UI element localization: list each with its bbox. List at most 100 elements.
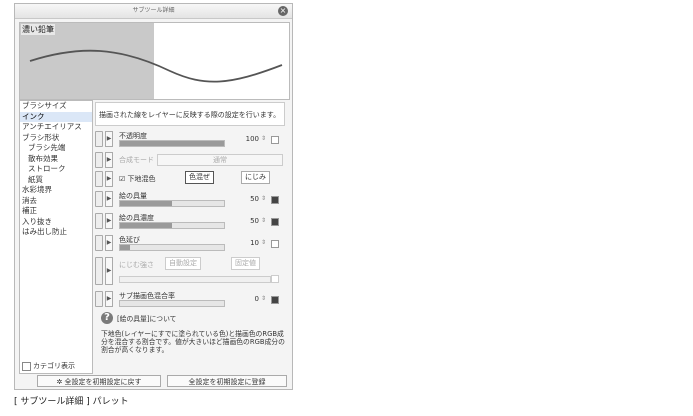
paint-amount-slider[interactable] — [119, 200, 225, 207]
description: 描画された線をレイヤーに反映する際の設定を行います。 — [95, 102, 285, 126]
paint-density-row: ▶ 絵の具濃度 50 ⇕ — [93, 212, 286, 230]
pressure-icon[interactable] — [271, 136, 279, 144]
category-list: ブラシサイズ インク アンチエイリアス ブラシ形状 ブラシ先端 散布効果 ストローク 紙質 水彩… — [19, 100, 93, 374]
window-title: サブツール詳細 — [132, 7, 175, 14]
help-icon[interactable]: ? — [101, 312, 113, 324]
spin-icon[interactable]: ⇕ — [261, 195, 266, 202]
checkbox-icon — [22, 361, 31, 371]
caption: [ サブツール詳細 ] パレット — [14, 397, 129, 407]
category-display-label: カテゴリ表示 — [33, 362, 75, 370]
pressure-icon[interactable] — [271, 275, 279, 283]
reset-all-button[interactable]: ✲ 全設定を初期設定に戻す — [37, 375, 161, 387]
bleed-button[interactable]: にじみ — [241, 171, 270, 184]
spin-icon[interactable]: ⇕ — [261, 295, 266, 302]
close-icon[interactable]: × — [278, 6, 288, 16]
slider-fill — [120, 245, 131, 250]
color-stretch-slider[interactable] — [119, 244, 225, 251]
stroke-preview — [29, 49, 283, 83]
slider-fill — [120, 201, 172, 206]
lock-icon[interactable] — [95, 257, 103, 285]
color-mix-button[interactable]: 色混ぜ — [185, 171, 214, 184]
expand-icon[interactable]: ▶ — [105, 291, 113, 307]
category-item[interactable]: 消去 — [20, 196, 92, 207]
spin-icon[interactable]: ⇕ — [261, 239, 266, 246]
color-stretch-value[interactable]: 10 — [237, 239, 259, 247]
sub-color-mix-value[interactable]: 0 — [237, 295, 259, 303]
pressure-icon[interactable] — [271, 296, 279, 304]
category-item[interactable]: ブラシサイズ — [20, 101, 92, 112]
reset-icon: ✲ — [56, 378, 65, 386]
category-item[interactable]: 入り抜き — [20, 217, 92, 228]
reset-all-label: 全設定を初期設定に戻す — [64, 378, 142, 386]
brush-name: 濃い鉛筆 — [21, 24, 55, 35]
pressure-icon[interactable] — [271, 196, 279, 204]
brush-preview: 濃い鉛筆 — [19, 22, 290, 100]
blur-row: ▶ にじむ強さ 自動設定 固定値 — [93, 256, 286, 286]
auto-setting-button[interactable]: 自動設定 — [165, 257, 201, 270]
blend-mode-dropdown[interactable]: 通常 — [157, 154, 283, 166]
auto-setting-label: 自動設定 — [169, 259, 197, 267]
lock-icon[interactable] — [95, 152, 103, 168]
underlay-checkbox[interactable]: ☑ 下地混色 — [119, 174, 156, 184]
expand-icon[interactable]: ▶ — [105, 152, 113, 168]
category-display-checkbox[interactable]: カテゴリ表示 — [22, 361, 75, 371]
blur-label: にじむ強さ — [119, 261, 154, 269]
blend-mode-value: 通常 — [213, 156, 227, 164]
lock-icon[interactable] — [95, 171, 103, 187]
lock-icon[interactable] — [95, 235, 103, 251]
color-stretch-row: ▶ 色延び 10 ⇕ — [93, 234, 286, 252]
category-item[interactable]: 補正 — [20, 206, 92, 217]
underlay-label: 下地混色 — [127, 175, 156, 183]
help-box: ? [絵の具量]について 下地色(レイヤーにすでに塗られている色)と描画色のRG… — [95, 312, 285, 370]
paint-amount-value[interactable]: 50 — [237, 195, 259, 203]
expand-icon[interactable]: ▶ — [105, 131, 113, 147]
category-item[interactable]: ブラシ形状 — [20, 133, 92, 144]
category-item[interactable]: 散布効果 — [20, 154, 92, 165]
expand-icon[interactable]: ▶ — [105, 171, 113, 187]
help-body: 下地色(レイヤーにすでに塗られている色)と描画色のRGB成分を混合する割合です。… — [101, 330, 285, 354]
bleed-label: にじみ — [245, 173, 266, 181]
register-all-button[interactable]: 全設定を初期設定に登録 — [167, 375, 287, 387]
underlay-row: ▶ ☑ 下地混色 色混ぜ にじみ — [93, 170, 286, 187]
opacity-slider[interactable] — [119, 140, 225, 147]
category-item[interactable]: 紙質 — [20, 175, 92, 186]
slider-fill — [120, 141, 224, 146]
spin-icon[interactable]: ⇕ — [261, 217, 266, 224]
lock-icon[interactable] — [95, 291, 103, 307]
subtool-detail-window: サブツール詳細 × 濃い鉛筆 ブラシサイズ インク アンチエイリアス ブラシ形状 ブラシ… — [14, 3, 293, 390]
opacity-value[interactable]: 100 — [237, 135, 259, 143]
blend-mode-label: 合成モード — [119, 156, 154, 164]
spin-icon[interactable]: ⇕ — [261, 135, 266, 142]
category-item[interactable]: ブラシ先端 — [20, 143, 92, 154]
lock-icon[interactable] — [95, 131, 103, 147]
category-item[interactable]: インク — [20, 111, 92, 122]
paint-density-slider[interactable] — [119, 222, 225, 229]
pressure-icon[interactable] — [271, 240, 279, 248]
expand-icon[interactable]: ▶ — [105, 191, 113, 207]
sub-color-mix-slider[interactable] — [119, 300, 225, 307]
category-item[interactable]: アンチエイリアス — [20, 122, 92, 133]
blur-slider[interactable] — [119, 276, 271, 283]
lock-icon[interactable] — [95, 213, 103, 229]
paint-amount-row: ▶ 絵の具量 50 ⇕ — [93, 190, 286, 208]
sub-color-mix-row: ▶ サブ描画色混合率 0 ⇕ — [93, 290, 286, 308]
category-item[interactable]: 水彩境界 — [20, 185, 92, 196]
expand-icon[interactable]: ▶ — [105, 235, 113, 251]
fixed-value-label: 固定値 — [235, 259, 256, 267]
expand-icon[interactable]: ▶ — [105, 257, 113, 285]
category-item[interactable]: はみ出し防止 — [20, 227, 92, 238]
blend-mode-row: ▶ 合成モード 通常 — [93, 152, 286, 168]
pressure-icon[interactable] — [271, 218, 279, 226]
bottom-bar: ✲ 全設定を初期設定に戻す 全設定を初期設定に登録 — [19, 375, 288, 388]
register-all-label: 全設定を初期設定に登録 — [188, 378, 266, 386]
slider-fill — [120, 223, 172, 228]
settings-panel: 描画された線をレイヤーに反映する際の設定を行います。 ▶ 不透明度 100 ⇕ … — [93, 100, 288, 372]
color-mix-label: 色混ぜ — [189, 173, 210, 181]
fixed-value-button[interactable]: 固定値 — [231, 257, 260, 270]
category-item[interactable]: ストローク — [20, 164, 92, 175]
help-title: [絵の具量]について — [117, 315, 177, 323]
expand-icon[interactable]: ▶ — [105, 213, 113, 229]
lock-icon[interactable] — [95, 191, 103, 207]
paint-density-value[interactable]: 50 — [237, 217, 259, 225]
title-bar[interactable]: サブツール詳細 × — [15, 4, 292, 19]
